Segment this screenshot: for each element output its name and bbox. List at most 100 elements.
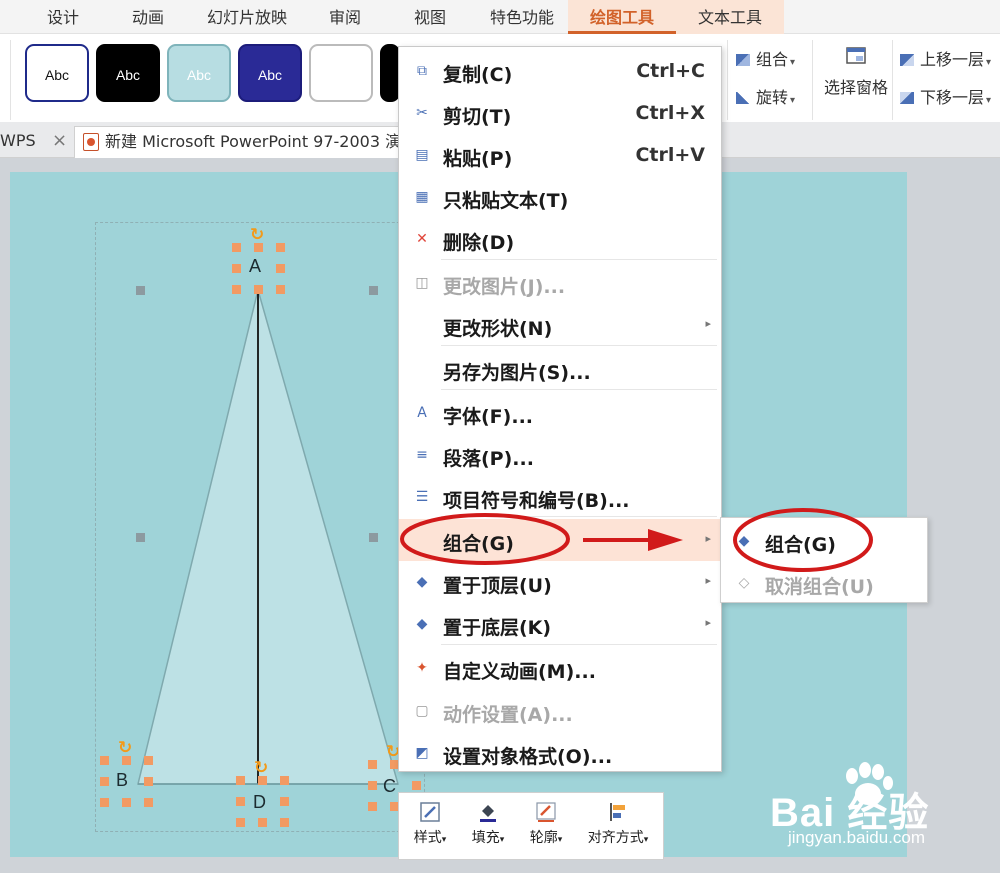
textbox-resize-handle[interactable] (275, 263, 285, 273)
rotate-handle-icon[interactable]: ↻ (250, 227, 264, 244)
textbox-resize-handle[interactable] (275, 284, 285, 294)
menu-item-label: 删除(D) (443, 232, 515, 254)
menu-item[interactable]: A 字体(F)... (399, 392, 721, 434)
menu-separator (441, 516, 717, 517)
scissors-icon: ✂ (416, 105, 428, 121)
paste-text-icon: ▦ (415, 189, 429, 205)
textbox-resize-handle[interactable] (235, 817, 245, 827)
bullets-icon: ☰ (415, 489, 429, 505)
textbox-resize-handle[interactable] (231, 284, 241, 294)
action-settings-icon: ▢ (415, 703, 429, 719)
submenu-item[interactable]: ◇ 取消组合(U) (721, 562, 927, 604)
chevron-down-icon: ▾ (643, 835, 649, 845)
resize-handle[interactable] (136, 533, 145, 542)
textbox-resize-handle[interactable] (99, 755, 109, 765)
menu-item[interactable]: ▢ 动作设置(A)... (399, 690, 721, 732)
menu-item[interactable]: 组合(G) ▸ (399, 519, 721, 561)
textbox-resize-handle[interactable] (257, 817, 267, 827)
menu-item[interactable]: ◆ 置于顶层(U) ▸ (399, 561, 721, 603)
menu-item-label: 段落(P)... (443, 448, 534, 470)
outline-button[interactable]: 轮廓▾ (519, 801, 573, 857)
outline-pen-icon (536, 802, 556, 822)
style-button[interactable]: 样式▾ (403, 801, 457, 857)
textbox-resize-handle[interactable] (231, 263, 241, 273)
change-picture-icon: ◫ (415, 275, 429, 291)
fill-button-label: 填充 (471, 830, 500, 846)
menu-item-label: 项目符号和编号(B)... (443, 490, 630, 512)
font-icon: A (417, 405, 427, 421)
align-button[interactable]: 对齐方式▾ (577, 801, 659, 857)
submenu-arrow-icon: ▸ (705, 532, 711, 545)
menu-item[interactable]: ✂ 剪切(T) Ctrl+X (399, 92, 721, 134)
rotate-handle-icon[interactable]: ↻ (118, 740, 132, 757)
menu-item-label: 组合(G) (443, 533, 514, 555)
point-label-b: B (116, 770, 129, 790)
menu-item[interactable]: 更改形状(N) ▸ (399, 304, 721, 346)
point-label-d: D (253, 792, 266, 812)
menu-item[interactable]: ⧉ 复制(C) Ctrl+C (399, 50, 721, 92)
menu-shortcut: Ctrl+V (635, 144, 705, 166)
resize-handle[interactable] (369, 286, 378, 295)
menu-shortcut: Ctrl+X (635, 102, 705, 124)
textbox-resize-handle[interactable] (411, 780, 421, 790)
style-button-label: 样式 (413, 830, 442, 846)
menu-item-label: 剪切(T) (443, 106, 512, 128)
menu-item-label: 另存为图片(S)... (443, 362, 591, 384)
paint-bucket-icon (480, 805, 496, 822)
menu-item[interactable]: ◩ 设置对象格式(O)... (399, 732, 721, 774)
menu-item-label: 置于底层(K) (443, 617, 552, 639)
menu-separator (441, 389, 717, 390)
menu-item[interactable]: ☰ 项目符号和编号(B)... (399, 476, 721, 518)
group-icon: ◆ (738, 533, 750, 549)
textbox-resize-handle[interactable] (367, 759, 377, 769)
resize-handle[interactable] (136, 286, 145, 295)
menu-separator (441, 644, 717, 645)
resize-handle[interactable] (369, 533, 378, 542)
textbox-resize-handle[interactable] (121, 797, 131, 807)
textbox-resize-handle[interactable] (99, 776, 109, 786)
textbox-resize-handle[interactable] (275, 242, 285, 252)
fill-button[interactable]: 填充▾ (461, 801, 515, 857)
textbox-resize-handle[interactable] (279, 817, 289, 827)
floating-mini-toolbar: 样式▾ 填充▾ 轮廓▾ 对齐方式▾ (398, 792, 664, 860)
menu-separator (441, 259, 717, 260)
textbox-resize-handle[interactable] (253, 284, 263, 294)
menu-item[interactable]: ◫ 更改图片(J)... (399, 262, 721, 304)
chevron-down-icon: ▾ (557, 835, 563, 845)
textbox-resize-handle[interactable] (367, 801, 377, 811)
textbox-resize-handle[interactable] (143, 755, 153, 765)
menu-separator (441, 345, 717, 346)
format-object-icon: ◩ (415, 745, 429, 761)
menu-item[interactable]: 另存为图片(S)... (399, 348, 721, 390)
textbox-resize-handle[interactable] (367, 780, 377, 790)
point-label-a: A (249, 256, 262, 276)
menu-item-label: 更改形状(N) (443, 318, 553, 340)
watermark-url: jingyan.baidu.com (788, 828, 926, 847)
menu-item-label: 自定义动画(M)... (443, 661, 596, 683)
menu-item[interactable]: ◆ 置于底层(K) ▸ (399, 603, 721, 645)
bring-to-front-icon: ◆ (416, 574, 428, 590)
textbox-resize-handle[interactable] (143, 776, 153, 786)
delete-icon: ✕ (416, 231, 428, 247)
send-to-back-icon: ◆ (416, 616, 428, 632)
paste-icon: ▤ (415, 147, 429, 163)
menu-item[interactable]: ▦ 只粘贴文本(T) (399, 176, 721, 218)
menu-item[interactable]: ▤ 粘贴(P) Ctrl+V (399, 134, 721, 176)
paragraph-icon: ≡ (416, 447, 428, 463)
menu-item-label: 更改图片(J)... (443, 276, 566, 298)
submenu-item[interactable]: ◆ 组合(G) (721, 520, 927, 562)
textbox-resize-handle[interactable] (235, 796, 245, 806)
point-label-c: C (383, 776, 396, 796)
menu-item[interactable]: ≡ 段落(P)... (399, 434, 721, 476)
submenu-item-label: 组合(G) (765, 534, 836, 556)
menu-item[interactable]: ✦ 自定义动画(M)... (399, 647, 721, 689)
menu-item[interactable]: ✕ 删除(D) (399, 218, 721, 260)
textbox-resize-handle[interactable] (279, 796, 289, 806)
textbox-resize-handle[interactable] (143, 797, 153, 807)
textbox-resize-handle[interactable] (231, 242, 241, 252)
textbox-resize-handle[interactable] (235, 775, 245, 785)
textbox-resize-handle[interactable] (99, 797, 109, 807)
rotate-handle-icon[interactable]: ↻ (254, 760, 268, 777)
menu-item-label: 置于顶层(U) (443, 575, 552, 597)
textbox-resize-handle[interactable] (279, 775, 289, 785)
